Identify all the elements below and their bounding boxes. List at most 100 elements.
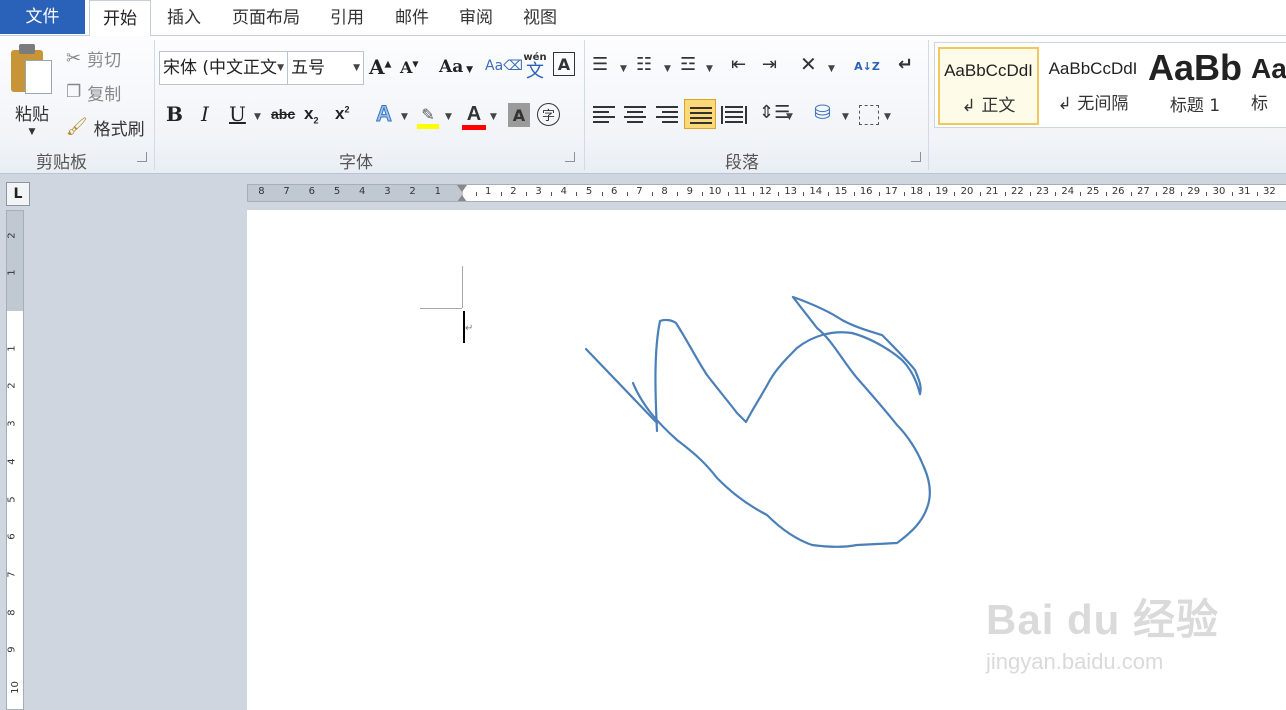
chevron-down-icon[interactable]: ▼ [401,112,408,122]
ruler-number: 17 [885,186,898,197]
underline-button[interactable]: U [229,102,246,126]
ruler-number: 2 [6,231,18,239]
vertical-ruler[interactable]: 2 1 1 2 3 4 5 6 7 8 9 10 [6,210,24,710]
distributed-button[interactable] [721,106,747,124]
strikethrough-button[interactable]: abc [271,106,295,122]
ink-stroke [584,347,659,425]
format-painter-button[interactable]: 🖌 格式刷 [66,113,145,141]
ribbon-tab-bar: 文件 开始 插入 页面布局 引用 邮件 审阅 视图 [0,0,1286,37]
ink-stroke [654,318,922,433]
font-color-icon: A [466,102,482,125]
superscript-button[interactable]: x2 [335,104,349,124]
chevron-down-icon[interactable]: ▼ [884,112,891,122]
ruler-number: 32 [1263,186,1276,197]
align-left-button[interactable] [593,106,615,124]
bold-button[interactable]: B [166,102,183,126]
chevron-down-icon[interactable]: ▼ [786,112,793,122]
shrink-font-button[interactable]: A▼ [400,58,419,77]
align-right-button[interactable] [656,106,678,124]
chevron-down-icon[interactable]: ▼ [254,112,261,122]
chevron-down-icon[interactable]: ▼ [706,64,713,74]
align-center-button[interactable] [624,106,646,124]
show-marks-button[interactable]: ↵ [898,54,913,75]
ruler-tick [1055,192,1057,196]
ruler-tick [853,192,855,196]
multilevel-list-button[interactable]: ☲ [680,54,696,75]
ruler-number: 15 [834,186,848,197]
paragraph-launcher-icon[interactable] [911,152,921,162]
ruler-tick [677,192,679,196]
styles-gallery: AaBbCcDdI ↲ 正文 AaBbCcDdI ↲ 无间隔 AaBb 标题 1… [934,42,1286,128]
numbering-button[interactable]: ☷ [636,54,652,75]
shading-button[interactable]: ⛁ [814,100,831,124]
chevron-down-icon[interactable]: ▼ [828,64,835,74]
ruler-number: 27 [1137,186,1150,197]
change-case-button[interactable]: Aa ▼ [439,57,473,77]
style-normal[interactable]: AaBbCcDdI ↲ 正文 [938,47,1039,125]
style-heading-1[interactable]: AaBb 标题 1 [1147,47,1243,125]
tab-home[interactable]: 开始 [89,0,151,37]
clipboard-launcher-icon[interactable] [137,152,147,162]
sort-icon: A↓Z [854,59,880,73]
chevron-down-icon[interactable]: ▼ [445,112,452,122]
ruler-tick [1030,192,1031,196]
highlight-button[interactable]: ✎ [415,102,441,132]
character-shading-button[interactable]: A [508,103,530,127]
font-name-combo[interactable]: 宋体 (中文正文 ▼ [159,51,288,85]
ruler-tick [526,192,527,196]
horizontal-ruler[interactable]: 8 7 6 5 4 3 2 1 1 2 3 4 5 6 7 8 9 10 11 12 13 14 15 16 17 18 19 20 2… [247,184,1286,202]
ruler-number: 23 [1036,186,1049,197]
first-line-indent-marker[interactable] [457,185,467,192]
chevron-down-icon[interactable]: ▼ [620,64,627,74]
paste-button[interactable]: 粘贴 ▼ [6,40,58,140]
cut-button[interactable]: ✂ 剪切 [66,44,121,72]
tab-insert[interactable]: 插入 [155,0,213,36]
tab-selector[interactable]: L [6,182,30,206]
character-border-button[interactable]: A [553,52,575,76]
text-effects-icon: A [376,101,393,127]
justify-button[interactable] [684,99,716,129]
cut-label: 剪切 [87,50,122,71]
font-color-bar [462,124,486,130]
ruler-number: 4 [6,458,18,465]
phonetic-guide-button[interactable]: wén 文 [521,50,549,82]
tab-file[interactable]: 文件 [0,0,85,34]
clear-formatting-button[interactable]: Aa⌫ [485,52,523,80]
tab-page-layout[interactable]: 页面布局 [220,0,312,36]
grow-font-button[interactable]: A▲ [369,55,391,79]
hanging-indent-marker[interactable] [457,195,467,201]
borders-button[interactable] [859,105,879,125]
decrease-indent-button[interactable]: ⇤ [731,54,746,75]
ruler-number: 7 [283,186,290,197]
bullets-button[interactable]: ☰ [592,54,608,75]
copy-button[interactable]: ❐ 复制 [66,78,121,106]
style-no-spacing[interactable]: AaBbCcDdI ↲ 无间隔 [1043,47,1143,125]
tab-references[interactable]: 引用 [318,0,376,36]
text-effects-button[interactable]: A [376,101,393,127]
tab-view[interactable]: 视图 [511,0,569,36]
ruler-number: 13 [784,186,797,197]
copy-icon: ❐ [66,82,82,102]
ruler-tick [904,192,905,196]
ruler-tick [652,192,653,196]
chevron-down-icon[interactable]: ▼ [664,64,671,74]
sort-button[interactable]: A↓Z [854,52,880,80]
tab-review[interactable]: 审阅 [447,0,505,36]
style-heading-2[interactable]: AaI 标 [1251,47,1286,125]
italic-button[interactable]: I [201,102,209,126]
enclose-character-button[interactable]: 字 [537,103,560,126]
increase-indent-button[interactable]: ⇥ [762,54,777,75]
tab-mailings[interactable]: 邮件 [383,0,441,36]
ruler-number: 1 [434,186,441,197]
ruler-tick [1004,192,1006,196]
style-sample: AaI [1251,53,1286,84]
multilevel-list-icon: ☲ [680,54,697,75]
chevron-down-icon[interactable]: ▼ [842,112,849,122]
chinese-layout-button[interactable]: ✕ [800,52,817,76]
font-size-combo[interactable]: 五号 ▼ [287,51,364,85]
chevron-down-icon[interactable]: ▼ [490,112,497,122]
subscript-button[interactable]: x2 [304,104,318,125]
font-launcher-icon[interactable] [565,152,575,162]
font-color-button[interactable]: A [461,100,487,132]
ruler-number: 2 [6,382,18,390]
